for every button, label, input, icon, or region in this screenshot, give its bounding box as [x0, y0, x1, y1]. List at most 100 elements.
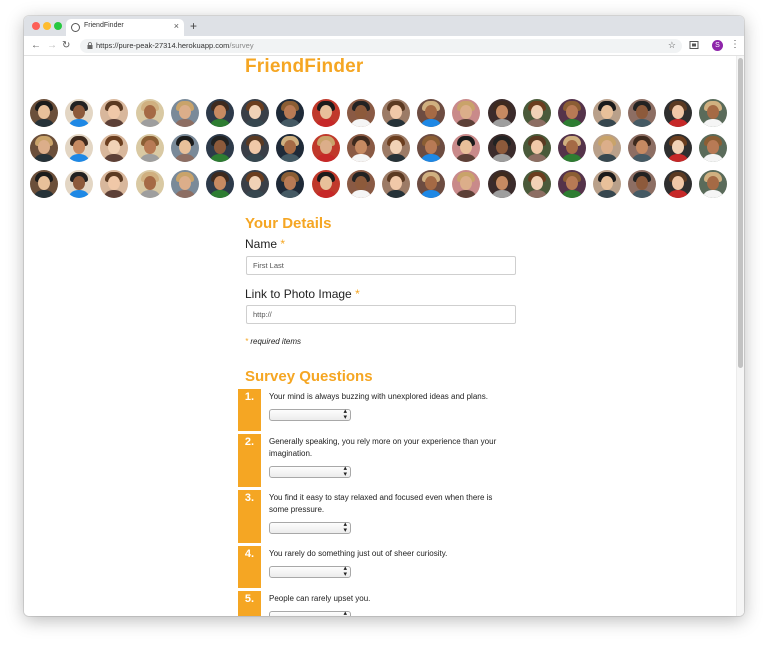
close-tab-icon[interactable]: × — [174, 21, 179, 31]
url-host: https://pure-peak-27314.herokuapp.com — [96, 41, 230, 50]
avatar-row — [24, 170, 736, 200]
question-number: 4. — [238, 546, 261, 588]
question-number: 1. — [238, 389, 261, 431]
required-star: * — [355, 287, 360, 301]
friend-avatar — [698, 170, 727, 198]
friend-avatar — [663, 170, 692, 198]
select-arrows-icon: ▴▾ — [343, 610, 347, 616]
friend-avatar — [382, 134, 410, 162]
question-text: People can rarely upset you. — [269, 594, 371, 603]
required-star: * — [280, 237, 286, 251]
more-menu-icon[interactable]: ⋮ — [730, 39, 740, 51]
friend-avatar — [65, 170, 94, 198]
friend-avatar — [487, 99, 516, 127]
friend-avatar — [206, 170, 234, 198]
answer-select[interactable]: ▴▾ — [269, 565, 351, 578]
close-window-button[interactable] — [32, 22, 40, 30]
forward-arrow-icon[interactable]: → — [47, 39, 57, 53]
page-viewport: FriendFinder Your Details Name * First L… — [24, 56, 744, 616]
select-arrows-icon: ▴▾ — [343, 408, 347, 421]
cast-icon[interactable] — [689, 40, 699, 50]
friend-avatar — [487, 170, 516, 198]
friend-avatar — [698, 134, 727, 162]
friend-avatar — [558, 99, 586, 127]
friend-avatar — [346, 99, 375, 127]
avatar-row — [24, 134, 736, 164]
friend-avatar — [65, 99, 94, 127]
answer-select[interactable]: ▴▾ — [269, 408, 351, 421]
friend-avatar — [241, 99, 270, 127]
friend-avatar — [593, 170, 622, 198]
friend-avatar — [276, 170, 305, 198]
profile-avatar[interactable]: S — [712, 40, 723, 51]
question-number: 2. — [238, 434, 261, 487]
friend-avatar — [382, 170, 410, 198]
friend-avatar — [628, 134, 657, 162]
lock-icon — [87, 42, 93, 49]
friend-avatar — [698, 99, 727, 127]
friend-avatar — [170, 134, 199, 162]
friend-avatar — [628, 170, 657, 198]
question-number: 5. — [238, 591, 261, 616]
browser-toolbar: ← → ↻ https://pure-peak-27314.herokuapp.… — [24, 36, 744, 56]
name-input[interactable]: First Last — [246, 256, 516, 275]
reload-icon[interactable]: ↻ — [62, 39, 70, 53]
friend-avatar — [241, 170, 270, 198]
friend-avatar — [417, 170, 446, 198]
friend-avatar — [452, 99, 481, 127]
tab-bar: FriendFinder × + — [24, 16, 744, 36]
required-star: * — [245, 337, 249, 346]
required-note-text: required items — [250, 337, 302, 346]
scrollbar[interactable] — [736, 56, 744, 616]
friend-avatar — [170, 170, 199, 198]
bookmark-star-icon[interactable]: ☆ — [668, 40, 676, 51]
tab-title: FriendFinder — [84, 22, 124, 29]
friend-avatar — [100, 99, 129, 127]
friend-avatar — [663, 134, 692, 162]
friend-avatar — [558, 134, 586, 162]
friend-avatar — [135, 99, 164, 127]
friend-avatar — [311, 170, 340, 198]
question-text: Generally speaking, you rely more on you… — [269, 437, 497, 458]
friend-avatar — [276, 134, 305, 162]
answer-select[interactable]: ▴▾ — [269, 465, 351, 478]
friend-avatar — [311, 99, 340, 127]
address-bar[interactable]: https://pure-peak-27314.herokuapp.com/su… — [80, 39, 682, 53]
friend-avatar — [417, 99, 446, 127]
friend-avatar — [452, 170, 481, 198]
url-text: https://pure-peak-27314.herokuapp.com/su… — [96, 41, 254, 50]
friend-avatar — [30, 99, 58, 127]
question-number: 3. — [238, 490, 261, 543]
friend-avatar — [30, 170, 58, 198]
url-path: /survey — [229, 41, 254, 50]
minimize-window-button[interactable] — [43, 22, 51, 30]
survey-question: 1. Your mind is always buzzing with unex… — [238, 389, 538, 431]
friend-avatar — [382, 99, 410, 127]
friend-avatar — [170, 99, 199, 127]
select-arrows-icon: ▴▾ — [343, 521, 347, 534]
new-tab-button[interactable]: + — [190, 19, 197, 33]
friend-avatar — [135, 170, 164, 198]
survey-question: 3. You find it easy to stay relaxed and … — [238, 490, 538, 543]
friend-avatar — [65, 134, 94, 162]
friend-avatar — [417, 134, 446, 162]
details-heading: Your Details — [245, 215, 332, 232]
answer-select[interactable]: ▴▾ — [269, 610, 351, 616]
back-arrow-icon[interactable]: ← — [31, 39, 41, 53]
scrollbar-thumb[interactable] — [738, 58, 743, 368]
answer-select[interactable]: ▴▾ — [269, 521, 351, 534]
survey-heading: Survey Questions — [245, 368, 373, 385]
friend-avatar — [276, 99, 305, 127]
maximize-window-button[interactable] — [54, 22, 62, 30]
friend-avatar — [522, 134, 551, 162]
friend-avatar — [452, 134, 481, 162]
question-text: You find it easy to stay relaxed and foc… — [269, 493, 493, 514]
browser-tab[interactable]: FriendFinder × — [66, 19, 184, 36]
photo-url-input[interactable]: http:// — [246, 305, 516, 324]
friend-avatar — [663, 99, 692, 127]
friend-avatar — [30, 134, 58, 162]
friend-avatar — [346, 134, 375, 162]
friend-avatar — [522, 99, 551, 127]
select-arrows-icon: ▴▾ — [343, 565, 347, 578]
photo-label-text: Link to Photo Image — [245, 287, 352, 301]
